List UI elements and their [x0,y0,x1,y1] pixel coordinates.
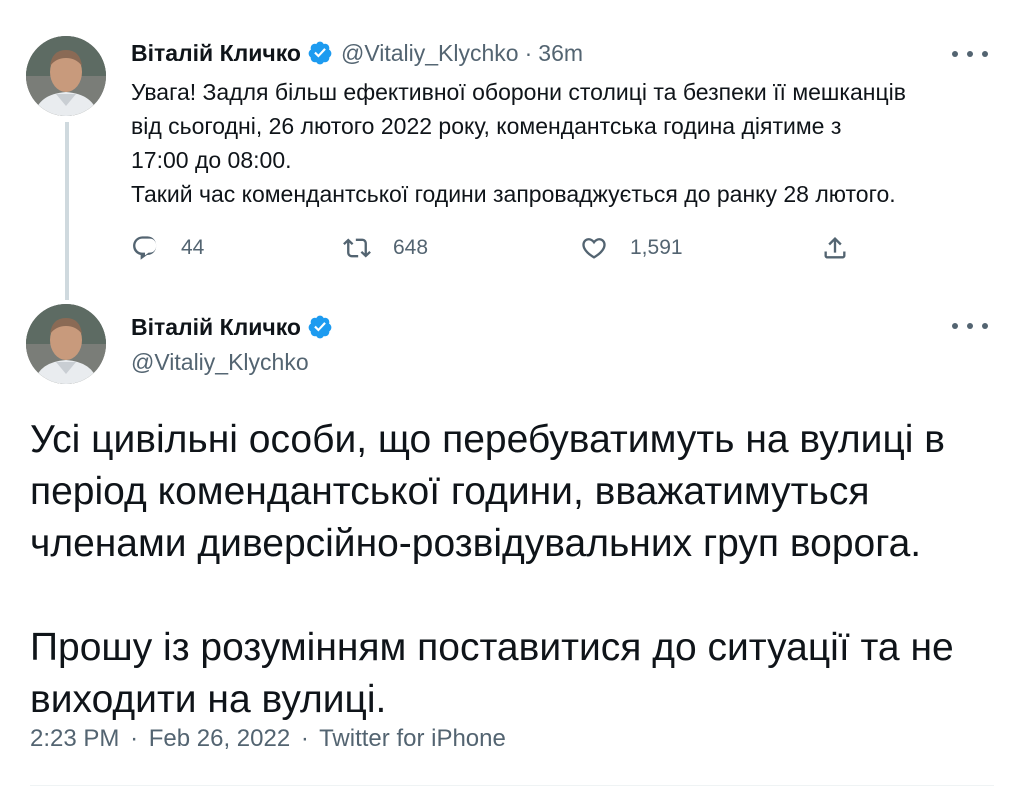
tweet-text-line: Прошу із розумінням поставитися до ситуа… [30,626,954,669]
tweet-text-line: Такий час комендантської години запровад… [131,181,896,207]
more-dots-icon[interactable] [952,316,988,336]
tweet-text-line: Увага! Задля більш ефективної оборони ст… [131,79,906,105]
tweet-text-line: від сьогодні, 26 лютого 2022 року, комен… [131,113,842,139]
separator-dot: · [130,725,139,752]
reply-count: 44 [181,236,205,259]
heart-icon [582,238,606,259]
tweet-text-line: виходити на вулиці. [30,678,387,721]
author-handle[interactable]: @Vitaliy_Klychko [131,347,309,377]
tweet1-header: Віталій Кличко @Vitaliy_Klychko · 36m [131,38,583,68]
tweet2-header-name-row: Віталій Кличко [131,312,333,342]
avatar[interactable] [26,36,106,116]
like-count: 1,591 [630,236,683,259]
tweet1-text: Увага! Задля більш ефективної оборони ст… [131,75,991,211]
retweet-button[interactable]: 648 [343,228,428,268]
tweet1-actions: 44 648 1,591 [131,228,861,268]
tweet-text-line: 17:00 до 08:00. [131,147,292,173]
share-icon [824,237,846,259]
tweet-meta: 2:23 PM · Feb 26, 2022 · Twitter for iPh… [30,725,506,753]
tweet-timestamp-time[interactable]: 2:23 PM [30,725,119,752]
tweet2-text: Усі цивільні особи, що перебуватимуть на… [30,414,990,726]
reply-icon [133,236,157,260]
divider [30,785,994,786]
share-button[interactable] [821,228,849,268]
author-name[interactable]: Віталій Кличко [131,314,301,341]
thread-connector-line [65,122,69,300]
tweet-source[interactable]: Twitter for iPhone [319,725,506,752]
verified-badge-icon [308,41,332,65]
author-name[interactable]: Віталій Кличко [131,40,301,67]
tweet-timestamp-date[interactable]: Feb 26, 2022 [149,725,290,752]
more-dots-icon[interactable] [952,44,988,64]
author-handle[interactable]: @Vitaliy_Klychko [341,40,519,67]
tweet-text-line: Усі цивільні особи, що перебуватимуть на… [30,418,945,461]
reply-button[interactable]: 44 [131,228,204,268]
verified-badge-icon [308,315,332,339]
retweet-icon [343,238,371,258]
tweet-text-line: період комендантської години, вважатимут… [30,470,870,513]
avatar[interactable] [26,304,106,384]
like-button[interactable]: 1,591 [580,228,683,268]
tweet-time[interactable]: 36m [538,40,583,67]
retweet-count: 648 [393,236,429,259]
tweet-text-line: членами диверсійно-розвідувальних груп в… [30,522,922,565]
separator-dot: · [300,725,309,752]
separator-dot: · [524,39,533,66]
